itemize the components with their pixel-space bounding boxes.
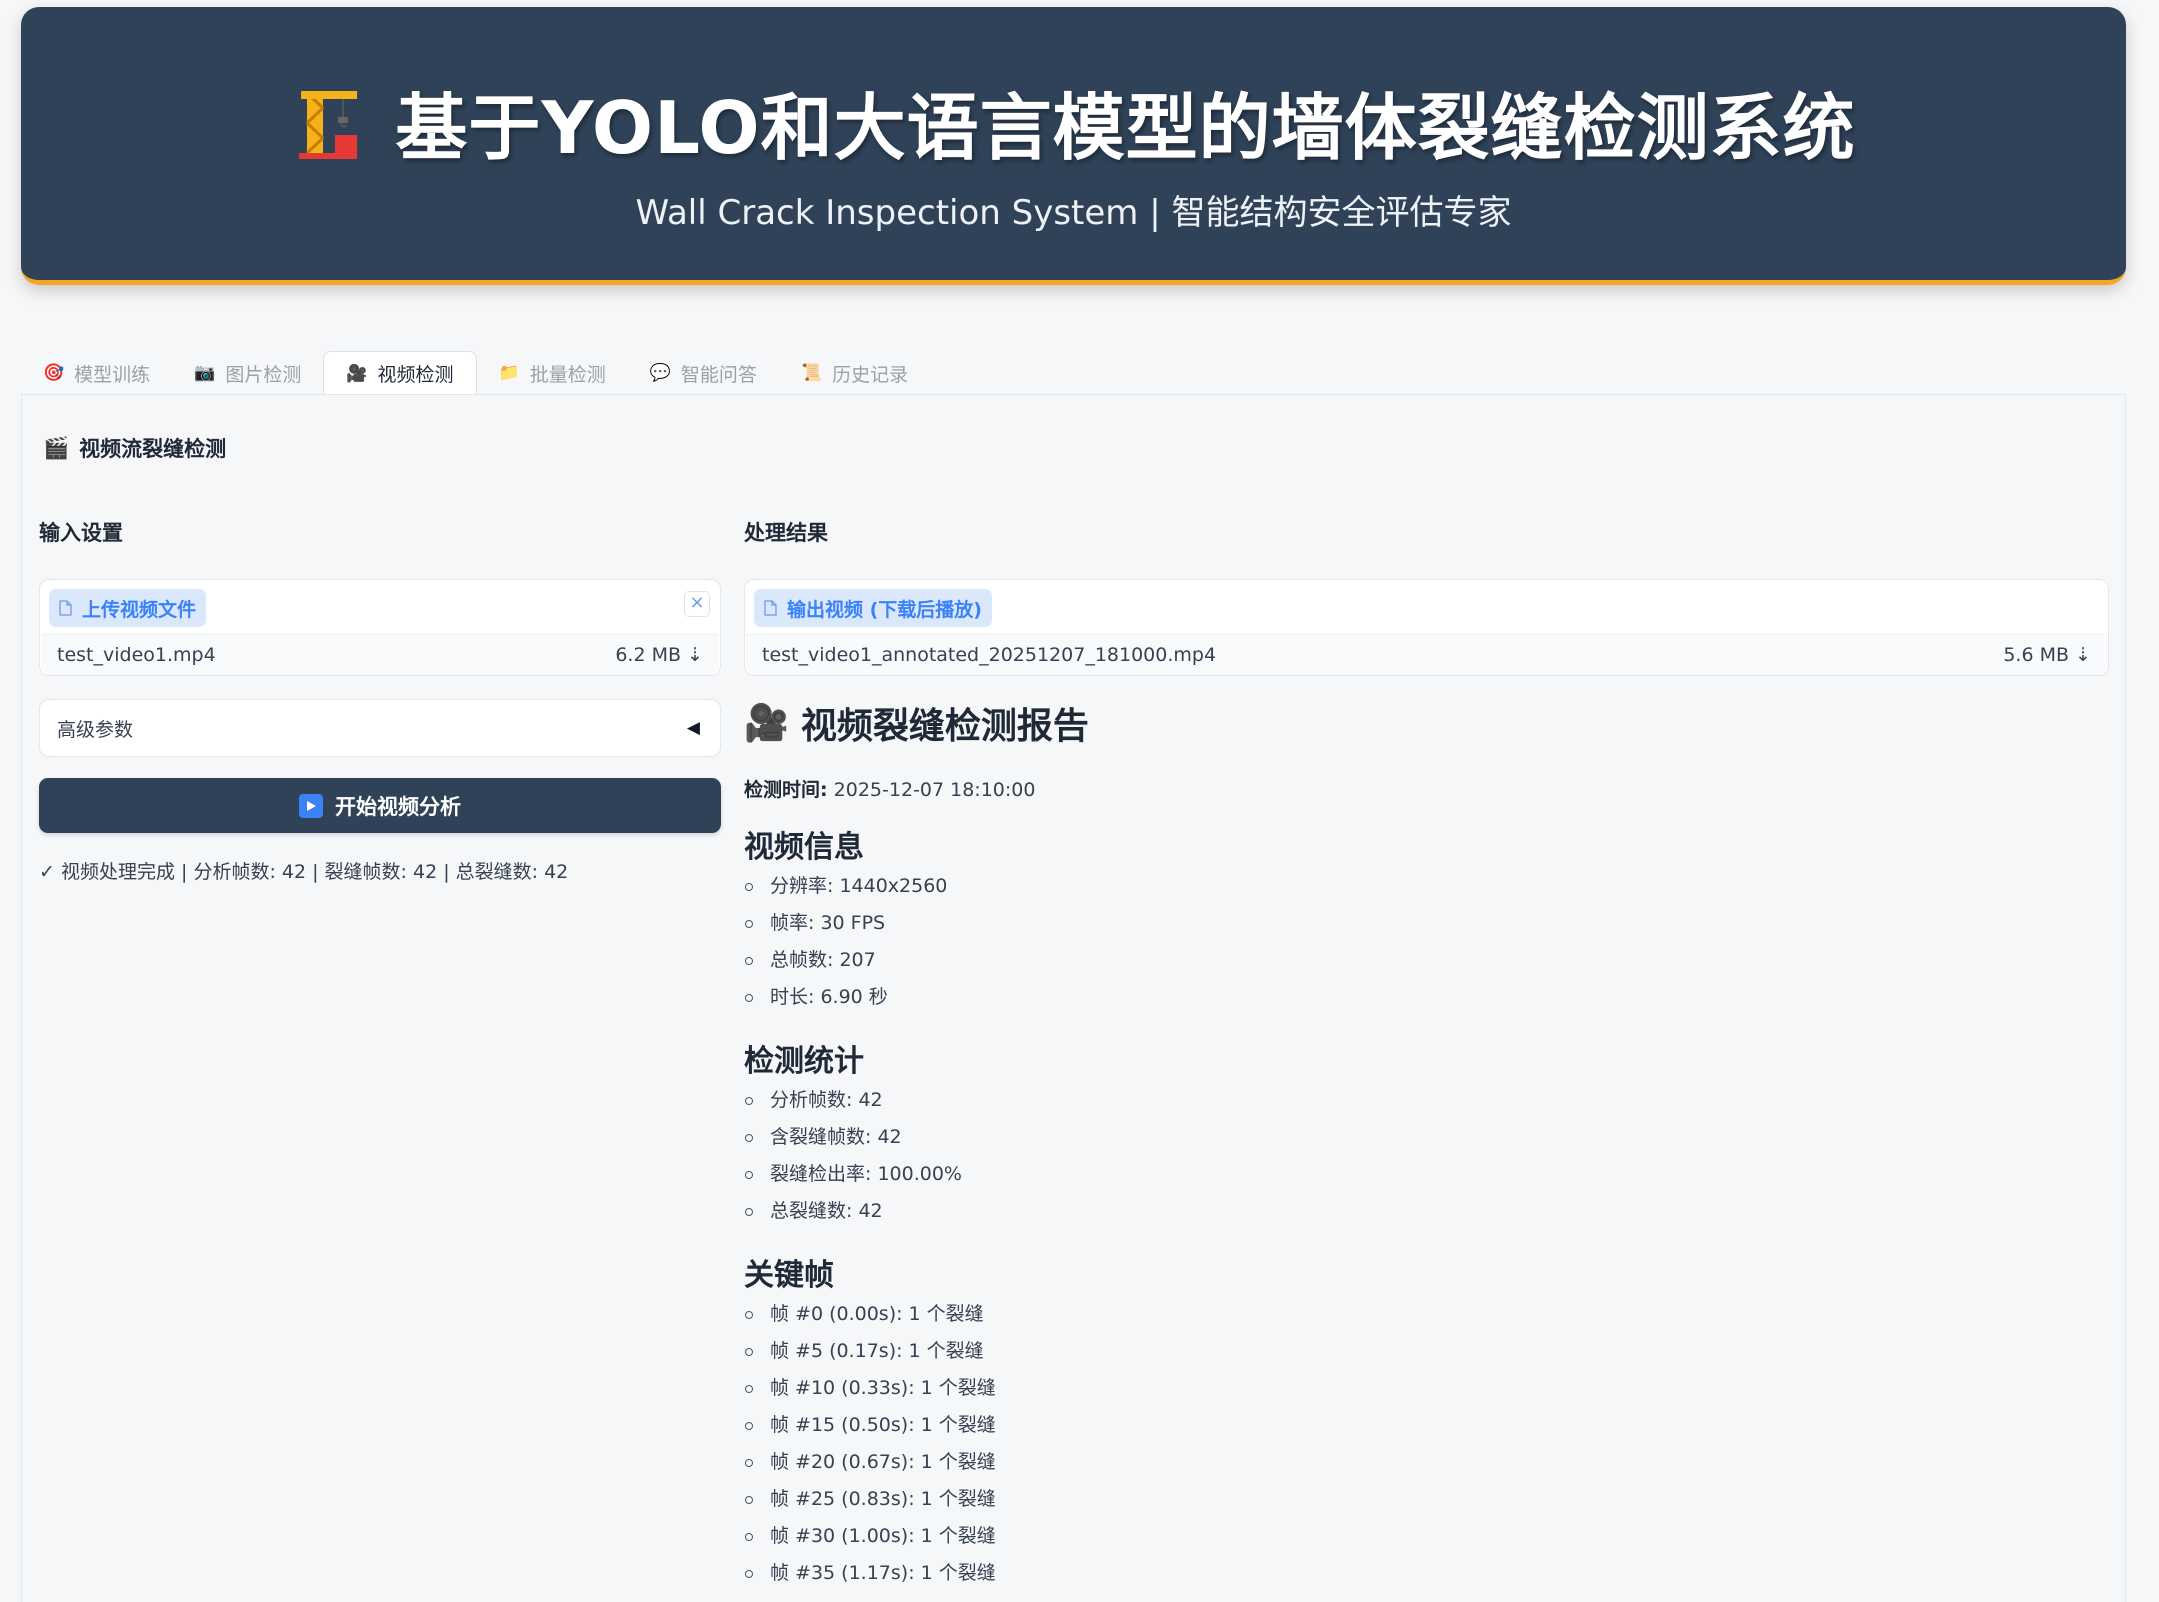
tab-label: 批量检测 [529,363,606,386]
video-info-heading: 视频信息 [744,830,864,865]
tab-label: 视频检测 [377,364,454,386]
tab-label: 历史记录 [832,363,909,386]
list-item: 帧 #10 (0.33s): 1 个裂缝 [744,1370,2104,1407]
header-title-row: 基于YOLO和大语言模型的墙体裂缝检测系统 [21,73,2126,170]
file-icon [59,600,72,616]
camera-icon: 📷 [194,363,216,383]
advanced-params-accordion[interactable]: 高级参数 ◀ [39,699,721,757]
list-item: 时长: 6.90 秒 [744,979,2104,1016]
output-file-size[interactable]: 5.6 MB ⇣ [2003,644,2091,666]
report-detection-time: 检测时间: 2025-12-07 18:10:00 [744,775,2104,802]
construction-crane-icon [299,91,358,159]
section-title-text: 视频流裂缝检测 [79,437,227,461]
folder-icon: 📁 [498,363,520,383]
upload-label-text: 上传视频文件 [82,598,197,621]
list-item: 帧 #0 (0.00s): 1 个裂缝 [744,1296,2104,1333]
app-subtitle: Wall Crack Inspection System | 智能结构安全评估专… [635,193,1512,233]
list-item: 帧 #35 (1.17s): 1 个裂缝 [744,1555,2104,1592]
time-value: 2025-12-07 18:10:00 [833,779,1036,801]
tab-label: 图片检测 [225,363,302,386]
scroll-icon: 📜 [800,363,823,383]
list-item: 分辨率: 1440x2560 [744,868,2104,905]
uploaded-file-row[interactable]: test_video1.mp4 6.2 MB ⇣ [41,634,719,675]
tab-history[interactable]: 📜 历史记录 [779,351,930,395]
speech-bubble-icon: 💬 [649,363,671,383]
upload-video-card[interactable]: 上传视频文件 × test_video1.mp4 6.2 MB ⇣ [39,579,721,676]
tab-batch-detection[interactable]: 📁 批量检测 [477,351,628,395]
stats-list: 分析帧数: 42 含裂缝帧数: 42 裂缝检出率: 100.00% 总裂缝数: … [744,1082,2104,1230]
list-item: 总裂缝数: 42 [744,1193,2104,1230]
list-item: 帧率: 30 FPS [744,905,2104,942]
tab-video-detection[interactable]: 🎥 视频检测 [323,351,477,395]
expand-arrow-icon[interactable]: ◀ [687,718,700,738]
results-heading: 处理结果 [744,521,828,545]
list-item: 帧 #15 (0.50s): 1 个裂缝 [744,1407,2104,1444]
video-detection-panel: 🎬 视频流裂缝检测 输入设置 上传视频文件 × test_video1.mp4 … [21,394,2126,1602]
video-camera-icon: 🎥 [346,363,368,384]
start-video-analysis-button[interactable]: 开始视频分析 [39,778,721,833]
list-item: 帧 #30 (1.00s): 1 个裂缝 [744,1518,2104,1555]
report-title: 🎥 视频裂缝检测报告 [744,697,2104,749]
clapperboard-icon: 🎬 [43,435,70,460]
detection-report: 🎥 视频裂缝检测报告 检测时间: 2025-12-07 18:10:00 视频信… [744,697,2104,1592]
output-file-name[interactable]: test_video1_annotated_20251207_181000.mp… [762,644,1216,666]
tab-label: 智能问答 [680,363,757,386]
output-video-card[interactable]: 输出视频 (下载后播放) test_video1_annotated_20251… [744,579,2109,676]
time-label: 检测时间: [744,779,828,801]
app-header: 基于YOLO和大语言模型的墙体裂缝检测系统 Wall Crack Inspect… [21,7,2126,285]
list-item: 分析帧数: 42 [744,1082,2104,1119]
input-settings-heading: 输入设置 [39,521,123,545]
video-camera-icon: 🎥 [744,703,789,744]
keyframes-list: 帧 #0 (0.00s): 1 个裂缝 帧 #5 (0.17s): 1 个裂缝 … [744,1296,2104,1592]
stats-heading: 检测统计 [744,1044,864,1079]
list-item: 帧 #20 (0.67s): 1 个裂缝 [744,1444,2104,1481]
tab-smart-qa[interactable]: 💬 智能问答 [628,351,779,395]
report-title-text: 视频裂缝检测报告 [800,706,1089,747]
start-button-label: 开始视频分析 [335,794,461,819]
target-icon: 🎯 [43,363,65,383]
keyframes-heading: 关键帧 [744,1258,834,1293]
tab-image-detection[interactable]: 📷 图片检测 [172,351,323,395]
list-item: 含裂缝帧数: 42 [744,1119,2104,1156]
tab-bar: 🎯 模型训练 📷 图片检测 🎥 视频检测 📁 批量检测 💬 智能问答 📜 历史记… [21,351,930,395]
app-title: 基于YOLO和大语言模型的墙体裂缝检测系统 [395,85,1856,170]
tab-model-training[interactable]: 🎯 模型训练 [21,351,172,395]
upload-video-label[interactable]: 上传视频文件 [49,589,207,627]
advanced-params-label: 高级参数 [57,718,134,741]
output-video-label: 输出视频 (下载后播放) [754,589,992,627]
play-icon [299,793,323,818]
clear-file-button[interactable]: × [684,591,710,617]
list-item: 帧 #5 (0.17s): 1 个裂缝 [744,1333,2104,1370]
uploaded-file-name[interactable]: test_video1.mp4 [57,644,216,666]
section-title: 🎬 视频流裂缝检测 [43,433,226,463]
list-item: 总帧数: 207 [744,942,2104,979]
video-info-list: 分辨率: 1440x2560 帧率: 30 FPS 总帧数: 207 时长: 6… [744,868,2104,1016]
uploaded-file-size[interactable]: 6.2 MB ⇣ [615,644,703,666]
file-icon [764,600,777,616]
processing-status: ✓ 视频处理完成 | 分析帧数: 42 | 裂缝帧数: 42 | 总裂缝数: 4… [39,861,569,883]
tab-label: 模型训练 [74,363,151,386]
output-label-text: 输出视频 (下载后播放) [787,598,982,621]
list-item: 裂缝检出率: 100.00% [744,1156,2104,1193]
list-item: 帧 #25 (0.83s): 1 个裂缝 [744,1481,2104,1518]
output-file-row[interactable]: test_video1_annotated_20251207_181000.mp… [746,634,2107,675]
